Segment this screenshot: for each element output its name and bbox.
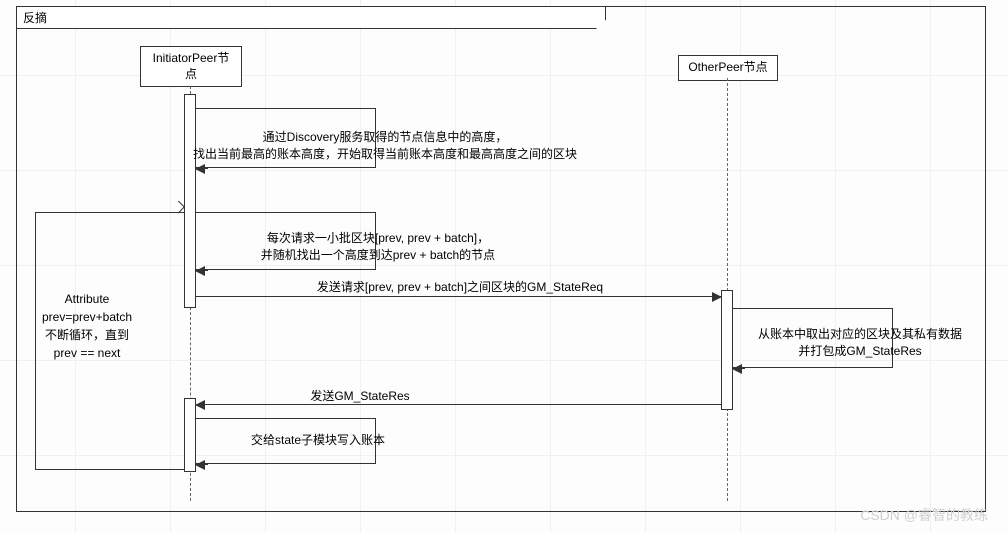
lifeline-head-initiator: InitiatorPeer节 点 <box>140 46 242 87</box>
self-msg-4-return-arrow <box>733 368 745 369</box>
msg-label-4: 从账本中取出对应的区块及其私有数据 并打包成GM_StateRes <box>740 326 980 360</box>
frame-title: 反摘 <box>16 6 606 29</box>
lifeline-label-initiator: InitiatorPeer节 点 <box>153 51 230 81</box>
msg-label-3: 发送请求[prev, prev + batch]之间区块的GM_StateReq <box>220 279 700 296</box>
msg-label-2: 每次请求一小批区块[prev, prev + batch]， 并随机找出一个高度… <box>218 230 538 264</box>
activation-other <box>721 290 733 410</box>
msg-label-5: 发送GM_StateRes <box>260 388 460 405</box>
frame-title-text: 反摘 <box>23 11 47 25</box>
msg-label-6: 交给state子模块写入账本 <box>218 432 418 449</box>
watermark: CSDN @睿智的教练 <box>860 505 988 525</box>
self-msg-2-return-arrow <box>196 270 208 271</box>
msg-3-line <box>196 296 721 297</box>
lifeline-label-other: OtherPeer节点 <box>688 60 767 74</box>
self-msg-1-return-arrow <box>196 168 208 169</box>
loop-note: Attribute prev=prev+batch 不断循环，直到 prev =… <box>22 290 152 362</box>
msg-label-1: 通过Discovery服务取得的节点信息中的高度， 找出当前最高的账本高度，开始… <box>170 129 600 163</box>
self-msg-6-return-arrow <box>196 464 208 465</box>
lifeline-head-other: OtherPeer节点 <box>678 55 778 81</box>
